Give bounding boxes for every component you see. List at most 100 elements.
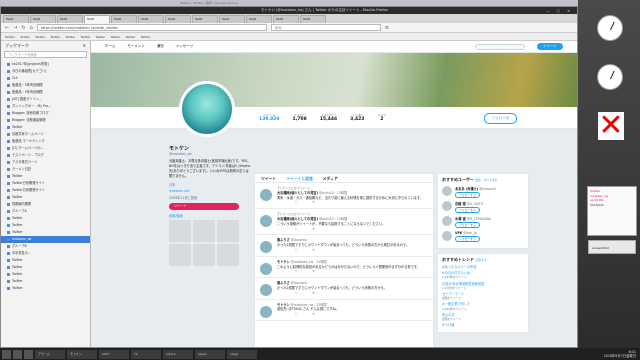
tweet[interactable]: モトケンさんがリツイート 大石橋雨(個人としての発言) @oishi10 · 13… bbox=[255, 209, 433, 236]
sidebar-item[interactable]: Twitter bbox=[1, 257, 90, 264]
tab-tweets-replies[interactable]: ツイートと返信 bbox=[286, 176, 313, 181]
follow-button[interactable]: フォローする bbox=[455, 207, 480, 213]
photos-label[interactable]: 画像/動画 bbox=[169, 213, 251, 218]
forward-icon[interactable]: → bbox=[13, 25, 17, 31]
nav-messages[interactable]: メッセージ bbox=[176, 44, 193, 49]
bookmark-item[interactable]: Twitter bbox=[95, 33, 105, 40]
sidebar-item[interactable]: Twitter bbox=[1, 278, 90, 285]
search-box[interactable]: 検索 bbox=[270, 24, 381, 31]
sidebar-item[interactable]: [IT] ホームページの... bbox=[1, 145, 90, 152]
stat-followers[interactable]: フォロワー 15,446 bbox=[320, 113, 337, 122]
user-name[interactable]: VPK bbox=[455, 231, 462, 235]
user-name[interactable]: あああ (弁護士) bbox=[455, 187, 478, 191]
trend-item[interactable]: 平成30年北海道胆振東部地震 1.2万件のツイート bbox=[442, 282, 524, 290]
follow-button[interactable]: フォローする bbox=[455, 236, 480, 242]
nav-notifications[interactable]: 通知 bbox=[157, 44, 164, 49]
launcher-icon[interactable] bbox=[13, 349, 22, 359]
user-avatar[interactable] bbox=[442, 231, 452, 241]
stat-likes[interactable]: いいね 3,423 bbox=[350, 113, 364, 122]
taskbar-clock[interactable]: 6:41 2018年9月7日金曜日 bbox=[604, 350, 640, 359]
tweet[interactable]: 春ふりさ @Aoyama たった2週間ですでにカウントダウンが始まっても、どういう… bbox=[255, 235, 433, 257]
sidebar-item[interactable]: 中年男性の... bbox=[1, 250, 90, 257]
sidebar-item[interactable]: Twitter bbox=[1, 173, 90, 180]
screenshot-window[interactable]: screenShot bbox=[588, 240, 636, 254]
photo-thumb[interactable] bbox=[169, 244, 191, 266]
sidebar-item[interactable]: グループA bbox=[1, 208, 90, 215]
user-name[interactable]: 水澤 遥 bbox=[455, 217, 466, 221]
sidebar-item[interactable]: Twitter bbox=[1, 229, 90, 236]
sidebar-item[interactable]: 2ch bbox=[1, 75, 90, 82]
photo-thumb[interactable] bbox=[169, 220, 191, 242]
user-avatar[interactable] bbox=[442, 216, 452, 226]
tweet[interactable]: 春ふりさ @Aoyama たった2週間ですでにカウントダウンが始まっても、どういう… bbox=[255, 278, 433, 300]
follow-button[interactable]: フォローする bbox=[455, 222, 480, 228]
trends-change[interactable]: 変更する bbox=[475, 258, 486, 262]
browser-tab[interactable]: Twitt bbox=[300, 15, 326, 23]
tweet-author[interactable]: 大石橋雨(個人としての発言) bbox=[277, 217, 318, 221]
tweet-actions[interactable]: ♡ ⟲ ♥ bbox=[277, 227, 428, 232]
taskbar-item[interactable]: モトケン bbox=[67, 349, 97, 359]
sidebar-item[interactable]: Twitter bbox=[1, 285, 90, 292]
tab-media[interactable]: メディア bbox=[323, 176, 338, 181]
sidebar-item[interactable]: Twitter bbox=[1, 194, 90, 201]
browser-tab[interactable]: Twitt bbox=[165, 15, 191, 23]
browser-tab[interactable]: Twitt bbox=[219, 15, 245, 23]
bookmark-item[interactable]: Twitter bbox=[35, 33, 45, 40]
bookmark-item[interactable]: Twitter bbox=[80, 33, 90, 40]
user-avatar[interactable] bbox=[442, 186, 452, 196]
bookmark-item[interactable]: Twitter bbox=[141, 33, 151, 40]
tweet-actions[interactable]: ♡ ⟲ ♥ bbox=[277, 200, 428, 205]
tweet-to-button[interactable]: ツイート bbox=[169, 203, 239, 210]
sidebar-item[interactable]: Twitter bbox=[1, 264, 90, 271]
taskbar-item[interactable]: xclock bbox=[163, 349, 193, 359]
stat-tweets[interactable]: ツイート 139,829 bbox=[259, 113, 280, 122]
tweet-avatar[interactable] bbox=[260, 305, 272, 318]
sidebar-item[interactable]: テストページ - ブログ bbox=[1, 152, 90, 159]
trend-item[interactable]: #今日の打ちたいぬ 1,234件のツイート bbox=[442, 271, 524, 279]
sidebar-item[interactable]: Twitter日系開発サイト bbox=[1, 187, 90, 194]
user-name[interactable]: 京極 理 bbox=[455, 202, 466, 206]
taskbar-item[interactable]: アラーム bbox=[35, 349, 65, 359]
tweet-actions[interactable]: ♡ ⟲ ♥ bbox=[277, 248, 428, 253]
tab-tweets[interactable]: ツイート bbox=[261, 176, 276, 181]
bookmark-item[interactable]: Twitter bbox=[126, 33, 136, 40]
sidebar-item[interactable]: 長期案内開発 bbox=[1, 201, 90, 208]
profile-link[interactable]: motoken.net bbox=[169, 189, 251, 193]
tweet-actions[interactable]: ♡ ⟲ ♥ bbox=[277, 269, 428, 274]
sidebar-item[interactable]: 今日の番組表[カテゴリ] bbox=[1, 68, 90, 75]
tweet-button[interactable]: ツイート bbox=[537, 43, 563, 50]
sidebar-item[interactable]: Twitter日系開発サイト bbox=[1, 180, 90, 187]
trend-item[interactable]: #余ったカロリーの所存 bbox=[442, 265, 524, 269]
sidebar-item[interactable]: Twitter bbox=[1, 124, 90, 131]
avatar[interactable] bbox=[179, 81, 235, 137]
bookmark-item[interactable]: Twitter bbox=[5, 33, 15, 40]
reload-icon[interactable]: ↻ bbox=[21, 25, 25, 31]
tweet-actions[interactable]: ♡ ⟲ ♥ bbox=[277, 312, 428, 317]
sidebar-item[interactable]: kk2017年[projects形態] bbox=[1, 61, 90, 68]
sidebar-item[interactable]: グループB bbox=[1, 243, 90, 250]
tweet-avatar[interactable] bbox=[260, 241, 272, 254]
twitter-search-input[interactable] bbox=[475, 43, 525, 50]
sidebar-search-input[interactable]: ブックマークを検索 bbox=[4, 51, 87, 58]
stat-lists[interactable]: リスト 2 bbox=[377, 113, 386, 122]
sidebar-item[interactable]: Blogger: 技術情報ブログ bbox=[1, 110, 90, 117]
trend-item[interactable]: 防災の日 話題のツイート bbox=[442, 313, 524, 321]
nav-home[interactable]: ホーム bbox=[105, 44, 115, 49]
profile-name[interactable]: モトケン bbox=[169, 145, 251, 152]
browser-tab[interactable]: Twitt bbox=[57, 15, 83, 23]
tweet[interactable]: モトケン @motoken_tw · 22時間 返信先: @T0042 さん そん… bbox=[255, 300, 433, 321]
trend-item[interactable]: #つけ麺 bbox=[442, 323, 524, 327]
browser-tab-active[interactable]: Twitt bbox=[84, 15, 110, 23]
who-to-follow-refresh[interactable]: 更新 · すべて表示 bbox=[475, 178, 497, 182]
tweet-avatar[interactable] bbox=[260, 189, 272, 201]
taskbar-item[interactable]: xeyes bbox=[195, 349, 225, 359]
taskbar-item[interactable]: Tk bbox=[131, 349, 161, 359]
taskbar-item[interactable]: xlogo bbox=[227, 349, 257, 359]
browser-tab[interactable]: Twitt bbox=[3, 15, 29, 23]
browser-tab[interactable]: Twitt bbox=[246, 15, 272, 23]
sidebar-item[interactable]: [NT] 国産ガソリン... bbox=[1, 96, 90, 103]
sidebar-item[interactable]: Twitter bbox=[1, 271, 90, 278]
url-bar[interactable]: https://twitter.com/motoken_tw/with_repl… bbox=[36, 24, 267, 31]
sidebar-item[interactable]: ラーメン日記 bbox=[1, 166, 90, 173]
browser-tab[interactable]: Twitt bbox=[138, 15, 164, 23]
